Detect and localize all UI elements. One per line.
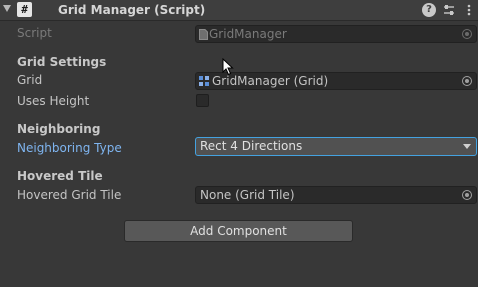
object-picker-icon <box>462 29 472 39</box>
script-field: GridManager <box>195 25 477 43</box>
presets-icon[interactable] <box>442 3 456 17</box>
neighboring-header: Neighboring <box>17 122 101 136</box>
neighboring-type-value: Rect 4 Directions <box>200 139 303 153</box>
hovered-grid-tile-label: Hovered Grid Tile <box>17 188 122 202</box>
mouse-cursor-icon <box>222 58 234 76</box>
foldout-arrow-icon[interactable] <box>3 5 11 12</box>
grid-settings-header: Grid Settings <box>17 55 107 69</box>
dropdown-arrow-icon <box>463 144 471 149</box>
script-file-icon <box>199 29 208 40</box>
help-icon[interactable]: ? <box>422 3 436 17</box>
script-label: Script <box>17 26 52 40</box>
grid-component-icon <box>199 76 209 86</box>
grid-field[interactable]: GridManager (Grid) <box>195 72 477 90</box>
object-picker-icon[interactable] <box>462 76 472 86</box>
component-header[interactable]: # Grid Manager (Script) ? <box>0 0 478 21</box>
hovered-grid-tile-value: None (Grid Tile) <box>200 188 295 202</box>
csharp-script-icon: # <box>17 2 32 17</box>
neighboring-type-dropdown[interactable]: Rect 4 Directions <box>195 137 477 156</box>
grid-label: Grid <box>17 73 43 87</box>
context-menu-icon[interactable] <box>462 3 476 17</box>
neighboring-type-label: Neighboring Type <box>17 141 122 155</box>
hovered-tile-header: Hovered Tile <box>17 169 103 183</box>
add-component-button[interactable]: Add Component <box>124 220 353 242</box>
script-value: GridManager <box>209 27 287 41</box>
uses-height-checkbox[interactable] <box>196 94 209 107</box>
hovered-grid-tile-field[interactable]: None (Grid Tile) <box>195 186 477 204</box>
uses-height-label: Uses Height <box>17 94 90 108</box>
component-title: Grid Manager (Script) <box>58 3 206 17</box>
object-picker-icon[interactable] <box>462 190 472 200</box>
grid-value: GridManager (Grid) <box>212 74 329 88</box>
